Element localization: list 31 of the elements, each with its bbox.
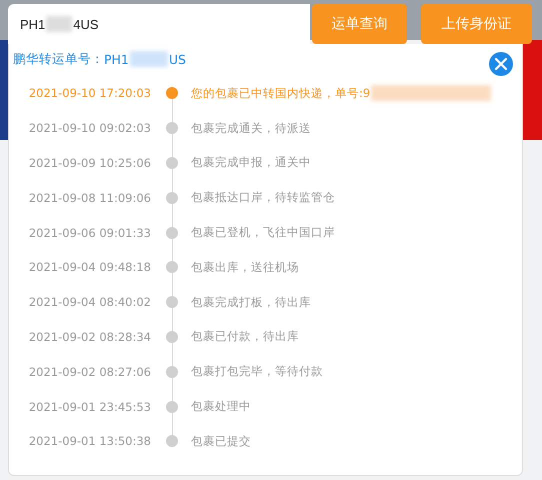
transfer-number-end: US [168,52,186,66]
timestamp: 2021-09-01 23:45:53 [28,400,151,414]
timestamp: 2021-09-06 09:01:33 [28,226,151,240]
status-text: 包裹已提交 [191,434,251,449]
transfer-number-start: PH1 [104,52,129,66]
status-text: 包裹抵达口岸，待转监管仓 [191,190,335,206]
timestamp: 2021-09-02 08:27:06 [28,364,151,379]
timestamp: 2021-09-01 13:50:38 [28,434,151,448]
timestamp: 2021-09-04 08:40:02 [28,295,151,310]
status-text: 包裹出库，送往机场 [191,260,299,275]
field-value-start: PH1 [20,16,46,32]
status-text: 包裹处理中 [191,399,251,414]
timestamp: 2021-09-08 11:09:06 [28,190,151,205]
field-value-end: 4US [73,16,99,32]
timestamp: 2021-09-10 17:20:03 [28,86,151,100]
transfer-number-label: 鹏华转运单号： [13,50,104,68]
upload-id-button[interactable]: 上传身份证 [421,4,532,44]
status-text: 包裹打包完毕，等待付款 [191,364,323,380]
timestamp: 2021-09-04 09:48:18 [28,260,151,274]
status-text: 包裹完成通关，待派送 [191,120,311,136]
status-text: 包裹完成申报，通关中 [191,155,311,170]
status-text: 您的包裹已中转国内快递，单号:9 [191,86,370,101]
track-button[interactable]: 运单查询 [312,4,407,44]
timestamp: 2021-09-09 10:25:06 [28,156,151,170]
status-text: 包裹完成打板，待出库 [191,294,311,310]
status-text: 包裹已登机，飞往中国口岸 [191,225,335,240]
status-text: 包裹已付款，待出库 [191,329,299,344]
close-icon[interactable] [489,52,513,76]
timestamp: 2021-09-02 08:28:34 [28,330,151,344]
timestamp: 2021-09-10 09:02:03 [28,121,151,136]
tracking-number-field[interactable]: PH1 4US [8,4,310,44]
